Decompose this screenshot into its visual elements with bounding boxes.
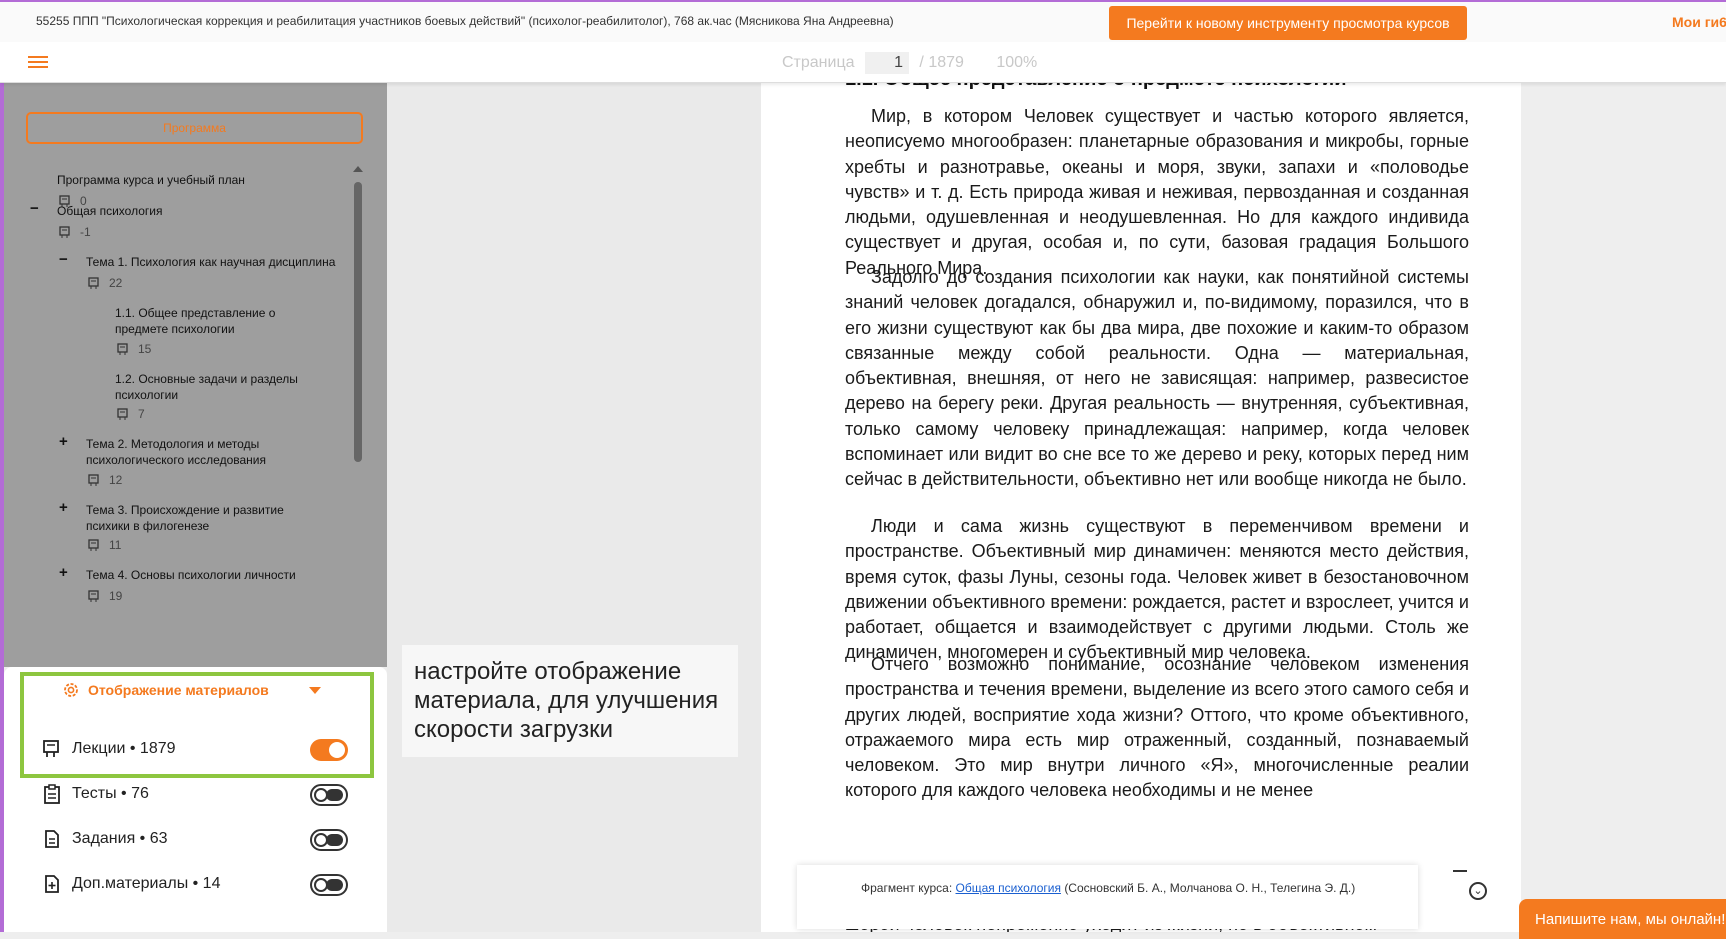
material-label: Доп.материалы • 14 [72, 875, 221, 892]
collapse-icon[interactable]: − [30, 200, 39, 217]
tree-item-count: 12 [88, 473, 122, 487]
document-paragraph: Люди и сама жизнь существуют в переменчи… [845, 516, 1469, 663]
tree-item-label: Тема 2. Методология и методы психологиче… [86, 437, 267, 467]
program-button[interactable]: Программа [26, 112, 363, 144]
tree-item-count: -1 [59, 225, 91, 239]
page-total: / 1879 [919, 54, 964, 72]
lecture-icon [43, 740, 59, 757]
lectures-toggle[interactable] [310, 739, 348, 761]
page-number-input[interactable]: 1 [864, 52, 909, 74]
top-bar: 55255 ППП "Психологическая коррекция и р… [0, 0, 1726, 42]
count-value: -1 [80, 225, 91, 239]
scroll-up-arrow[interactable] [353, 166, 363, 172]
gear-icon [64, 683, 78, 697]
chat-widget-button[interactable]: Напишите нам, мы онлайн! [1519, 899, 1726, 939]
tooltip-hint: настройте отображение материала, для улу… [402, 645, 738, 757]
tasks-toggle[interactable] [310, 829, 348, 851]
tree-item-label: 1.2. Основные задачи и разделы психологи… [115, 372, 298, 402]
chevron-down-circle-icon[interactable]: ⌄ [1469, 882, 1487, 900]
new-viewer-button[interactable]: Перейти к новому инструменту просмотра к… [1109, 6, 1467, 40]
fragment-authors: (Сосновский Б. А., Молчанова О. Н., Теле… [1064, 881, 1356, 895]
tree-item-count: 15 [117, 342, 151, 356]
material-row-tasks: Задания • 63 [42, 829, 168, 849]
material-label: Лекции • 1879 [72, 740, 176, 757]
tree-item-label: 1.1. Общее представление о предмете псих… [115, 306, 276, 336]
minimize-icon[interactable] [1453, 870, 1467, 872]
count-value: 15 [138, 342, 152, 356]
extra-materials-toggle[interactable] [310, 874, 348, 896]
tests-toggle[interactable] [310, 784, 348, 806]
material-label: Задания • 63 [72, 830, 168, 847]
tree-item-label: Общая психология [57, 204, 163, 218]
course-title: 55255 ППП "Психологическая коррекция и р… [36, 14, 894, 28]
tree-item-topic-3[interactable]: Тема 3. Происхождение и развитие психики… [86, 502, 326, 534]
viewer-toolbar: Страница 1 / 1879 100% [0, 42, 1726, 83]
materials-panel-title: Отображение материалов [88, 682, 269, 698]
expand-icon[interactable]: + [59, 499, 68, 516]
lecture-icon [117, 342, 128, 355]
tree-item-lecture-1-1[interactable]: 1.1. Общее представление о предмете псих… [115, 305, 320, 337]
material-row-extra: Доп.материалы • 14 [42, 874, 220, 894]
tree-item-label: Программа курса и учебный план [57, 173, 245, 187]
material-row-lectures: Лекции • 1879 [42, 739, 176, 759]
tree-item-topic-4[interactable]: Тема 4. Основы психологии личности [86, 567, 326, 583]
lecture-icon [88, 538, 99, 551]
tree-item-count: 7 [117, 407, 145, 421]
tree-item-general-psychology[interactable]: Общая психология [57, 203, 317, 219]
tree-item-label: Тема 4. Основы психологии личности [86, 568, 296, 582]
zoom-level[interactable]: 100% [996, 54, 1037, 71]
tree-item-topic-2[interactable]: Тема 2. Методология и методы психологиче… [86, 436, 286, 468]
document-paragraph: Мир, в котором Человек существует и част… [845, 106, 1469, 278]
lecture-icon [88, 276, 99, 289]
collapse-icon[interactable]: − [59, 251, 68, 268]
lecture-icon [117, 407, 128, 420]
expand-icon[interactable]: + [59, 564, 68, 581]
count-value: 11 [109, 538, 122, 552]
chevron-down-icon[interactable] [309, 687, 321, 694]
extra-materials-icon [45, 875, 59, 893]
tree-item-label: Тема 1. Психология как научная дисциплин… [86, 255, 336, 269]
tree-item-topic-1[interactable]: Тема 1. Психология как научная дисциплин… [86, 254, 346, 270]
sidebar-scrollbar[interactable] [354, 182, 362, 462]
test-icon [44, 784, 60, 804]
count-value: 12 [109, 473, 123, 487]
pager: Страница 1 / 1879 100% [782, 52, 1037, 74]
fragment-label: Фрагмент курса: [861, 881, 953, 895]
count-value: 19 [109, 589, 123, 603]
document-heading: 1.1. Общее представление о предмете псих… [845, 82, 1346, 91]
task-icon [45, 830, 59, 848]
tree-item-lecture-1-2[interactable]: 1.2. Основные задачи и разделы психологи… [115, 371, 320, 403]
tree-item-count: 11 [88, 538, 121, 552]
tree-item-count: 19 [88, 589, 122, 603]
tree-item-program[interactable]: Программа курса и учебный план [57, 172, 317, 188]
course-fragment-bar: Фрагмент курса: Общая психология (Соснов… [797, 865, 1418, 929]
my-courses-link[interactable]: Мои ги6 [1672, 14, 1726, 30]
material-label: Тесты • 76 [72, 785, 149, 802]
sidebar: Программа Программа курса и учебный план… [4, 82, 387, 667]
materials-panel-header[interactable]: Отображение материалов [62, 681, 269, 699]
document-paragraph: Задолго до создания психологии как науки… [845, 267, 1469, 490]
content-overlay [387, 82, 761, 932]
document-page: 1.1. Общее представление о предмете псих… [761, 82, 1521, 932]
document-paragraph: Отчего возможно понимание, осознание чел… [845, 654, 1469, 801]
fragment-course-link[interactable]: Общая психология [956, 881, 1061, 895]
count-value: 7 [138, 407, 145, 421]
expand-icon[interactable]: + [59, 433, 68, 450]
hamburger-icon[interactable] [28, 53, 48, 71]
lecture-icon [59, 225, 70, 238]
count-value: 22 [109, 276, 123, 290]
tree-item-label: Тема 3. Происхождение и развитие психики… [86, 503, 284, 533]
material-row-tests: Тесты • 76 [42, 784, 149, 804]
page-label: Страница [782, 54, 855, 72]
tree-item-count: 22 [88, 276, 122, 290]
lecture-icon [88, 473, 99, 486]
lecture-icon [88, 589, 99, 602]
